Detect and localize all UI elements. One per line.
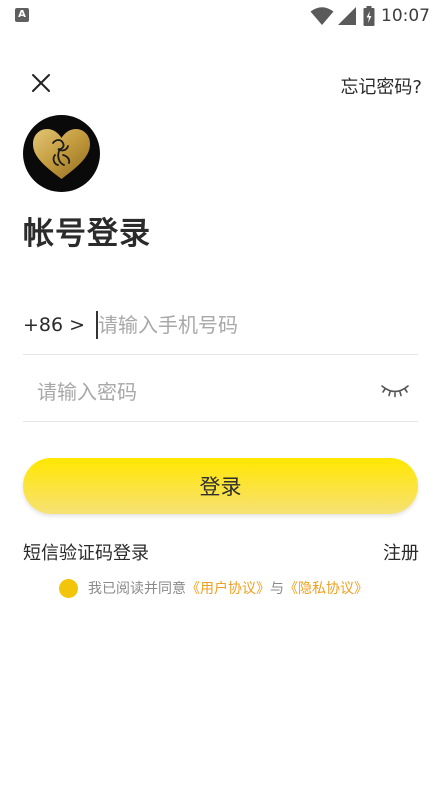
agreement-connector: 与 (270, 581, 284, 597)
phone-input-row: +86 > (23, 300, 418, 355)
wifi-icon (310, 7, 334, 25)
app-notification-icon: A (15, 8, 29, 22)
status-time: 10:07 (381, 6, 430, 26)
heart-logo-icon (33, 129, 90, 179)
agreement-checkbox[interactable] (59, 578, 78, 598)
country-code-selector[interactable]: +86 > (23, 314, 85, 336)
password-input[interactable] (37, 375, 357, 409)
signal-icon (338, 7, 356, 25)
status-bar: A 10:07 (0, 0, 442, 32)
battery-icon (363, 6, 375, 26)
close-icon (32, 74, 50, 92)
status-indicators: 10:07 (310, 4, 430, 28)
app-logo (23, 115, 100, 192)
sms-login-link[interactable]: 短信验证码登录 (23, 539, 149, 565)
password-input-row (23, 364, 418, 422)
forgot-password-link[interactable]: 忘记密码? (340, 73, 422, 99)
user-agreement-link[interactable]: 《用户协议》 (186, 578, 270, 598)
phone-number-input[interactable] (96, 308, 413, 342)
page-title: 帐号登录 (23, 216, 151, 252)
agreement-row: 我已阅读并同意 《用户协议》 与 《隐私协议》 (59, 578, 368, 598)
agreement-prefix: 我已阅读并同意 (88, 581, 186, 597)
close-button[interactable] (26, 68, 56, 98)
privacy-policy-link[interactable]: 《隐私协议》 (284, 578, 368, 598)
eye-closed-icon (381, 385, 409, 398)
register-link[interactable]: 注册 (383, 539, 419, 565)
login-button[interactable]: 登录 (23, 458, 418, 514)
password-visibility-toggle[interactable] (380, 380, 410, 404)
